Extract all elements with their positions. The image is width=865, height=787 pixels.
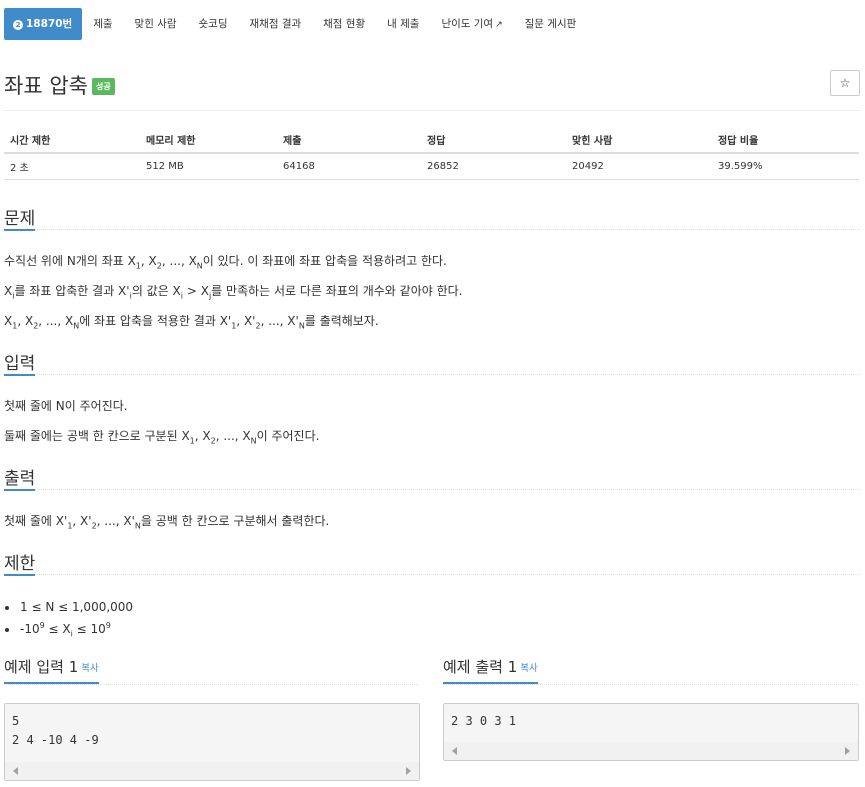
input-paragraph-1: 첫째 줄에 N이 주어진다.	[4, 399, 128, 413]
nav-my-submissions[interactable]: 내 제출	[376, 8, 430, 40]
description-paragraph-1: 수직선 위에 N개의 좌표 X1, X2, ..., XN이 있다. 이 좌표에…	[4, 254, 447, 271]
description-paragraph-2: Xi를 좌표 압축한 결과 X'i의 값은 Xi > Xj를 만족하는 서로 다…	[4, 284, 463, 301]
table-header-row: 시간 제한 메모리 제한 제출 정답 맞힌 사람 정답 비율	[4, 126, 859, 154]
star-icon: ☆	[839, 76, 851, 90]
description-heading-bar: 문제	[4, 204, 860, 231]
problem-title: 좌표 압축	[4, 74, 88, 98]
nav-problem-id: 18870번	[26, 18, 73, 30]
sample-output-heading: 예제 출력 1 복사	[443, 657, 538, 684]
col-accepted: 정답	[421, 126, 566, 154]
nav-short-coding[interactable]: 숏코딩	[188, 8, 239, 40]
nav-solved-users[interactable]: 맞힌 사람	[124, 8, 188, 40]
sample-output-text: 2 3 0 3 1	[451, 714, 517, 728]
favorite-button[interactable]: ☆	[830, 70, 860, 96]
problem-header: 좌표 압축 성공 ☆	[4, 70, 860, 111]
sample-output-box: 2 3 0 3 1	[443, 703, 859, 761]
time-limit-value: 2 초	[4, 153, 140, 180]
nav-status[interactable]: 채점 현황	[312, 8, 376, 40]
sample-input-heading-bar: 예제 입력 1 복사	[4, 657, 419, 685]
col-solved-users: 맞힌 사람	[566, 126, 712, 154]
copy-output-button[interactable]: 복사	[520, 663, 537, 674]
input-heading-bar: 입력	[4, 349, 860, 376]
sample-input-text: 5 2 4 -10 4 -9	[12, 714, 99, 747]
output-paragraph-1: 첫째 줄에 X'1, X'2, ..., X'N을 공백 한 칸으로 구분해서 …	[4, 514, 330, 531]
solved-users-value: 20492	[566, 153, 712, 180]
sample-input-heading: 예제 입력 1 복사	[4, 657, 99, 684]
memory-limit-value: 512 MB	[140, 153, 277, 180]
problem-info-table: 시간 제한 메모리 제한 제출 정답 맞힌 사람 정답 비율 2 초 512 M…	[4, 126, 859, 180]
external-link-icon: ↗	[495, 20, 503, 30]
col-accept-ratio: 정답 비율	[712, 126, 859, 154]
output-heading-bar: 출력	[4, 464, 860, 491]
nav-qna-board[interactable]: 질문 게시판	[514, 8, 588, 40]
description-heading: 문제	[4, 204, 36, 231]
nav-submit[interactable]: 제출	[82, 8, 123, 40]
sample-input-box: 5 2 4 -10 4 -9	[4, 703, 420, 781]
copy-input-button[interactable]: 복사	[81, 663, 98, 674]
limits-heading-bar: 제한	[4, 549, 860, 576]
description-paragraph-3: X1, X2, ..., XN에 좌표 압축을 적용한 결과 X'1, X'2,…	[4, 314, 379, 331]
nav-problem-tab[interactable]: 2 18870번	[4, 8, 83, 40]
col-submissions: 제출	[277, 126, 421, 154]
problem-number-icon: 2	[13, 20, 23, 30]
problem-title-row: 좌표 압축 성공	[4, 70, 115, 100]
scroll-right-icon[interactable]	[845, 747, 850, 755]
submissions-value: 64168	[277, 153, 421, 180]
scroll-left-icon[interactable]	[13, 767, 18, 775]
horizontal-scrollbar[interactable]	[444, 742, 858, 760]
scroll-left-icon[interactable]	[452, 747, 457, 755]
input-paragraph-2: 둘째 줄에는 공백 한 칸으로 구분된 X1, X2, ..., XN이 주어진…	[4, 429, 320, 446]
input-heading: 입력	[4, 349, 36, 376]
limits-list: 1 ≤ N ≤ 1,000,000 -109 ≤ Xi ≤ 109	[4, 596, 133, 640]
output-heading: 출력	[4, 464, 36, 491]
accepted-value: 26852	[421, 153, 566, 180]
list-item: -109 ≤ Xi ≤ 109	[19, 618, 133, 640]
list-item: 1 ≤ N ≤ 1,000,000	[19, 596, 133, 618]
table-row: 2 초 512 MB 64168 26852 20492 39.599%	[4, 153, 859, 180]
nav-difficulty-label: 난이도 기여	[441, 18, 494, 30]
sample-output-heading-bar: 예제 출력 1 복사	[443, 657, 859, 685]
scroll-right-icon[interactable]	[406, 767, 411, 775]
status-badge: 성공	[91, 78, 115, 95]
nav-rejudge-results[interactable]: 재채점 결과	[239, 8, 313, 40]
problem-nav: 2 18870번 제출 맞힌 사람 숏코딩 재채점 결과 채점 현황 내 제출 난…	[4, 8, 587, 40]
nav-difficulty-contribution[interactable]: 난이도 기여 ↗	[430, 8, 513, 40]
horizontal-scrollbar[interactable]	[5, 762, 419, 780]
accept-ratio-value: 39.599%	[712, 153, 859, 180]
col-memory-limit: 메모리 제한	[140, 126, 277, 154]
limits-heading: 제한	[4, 549, 36, 576]
col-time-limit: 시간 제한	[4, 126, 140, 154]
